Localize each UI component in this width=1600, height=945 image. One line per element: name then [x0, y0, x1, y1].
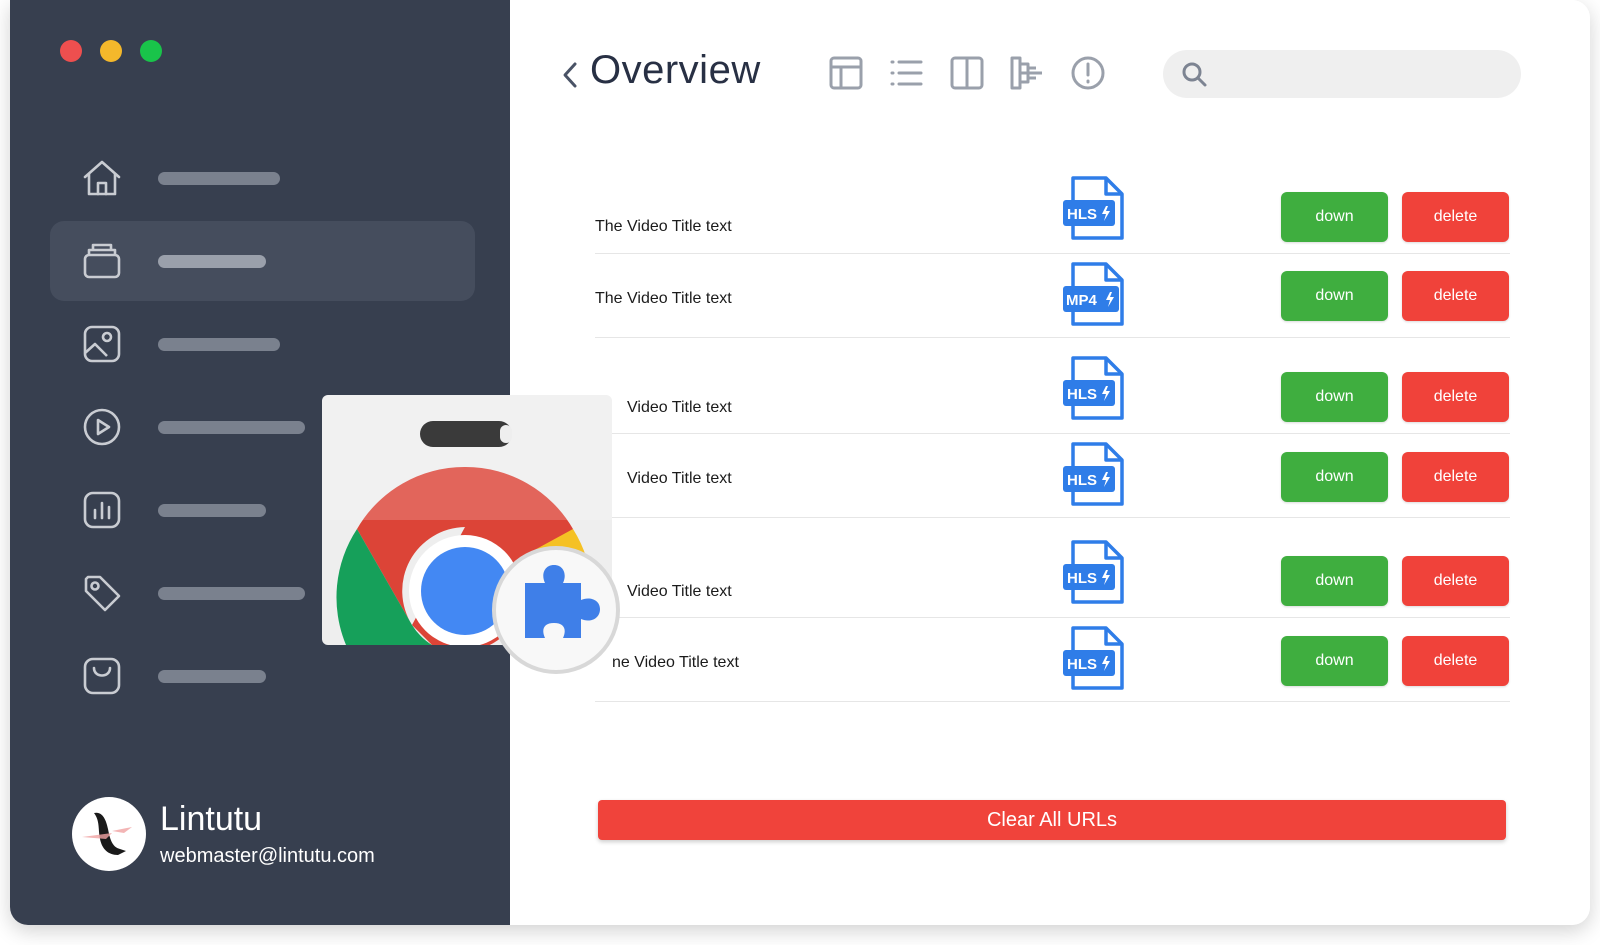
- video-title: The Video Title text: [595, 290, 732, 307]
- row-divider: [595, 701, 1510, 702]
- tree-icon[interactable]: [1007, 53, 1047, 93]
- columns-icon[interactable]: [947, 53, 987, 93]
- file-format-label: HLS: [1067, 570, 1097, 587]
- video-title: The Video Title text: [595, 218, 732, 235]
- minimize-window-button[interactable]: [100, 40, 122, 62]
- back-chevron-icon[interactable]: [558, 60, 582, 90]
- avatar[interactable]: [72, 797, 146, 871]
- row-divider: [595, 617, 1510, 618]
- video-title: Video Title text: [627, 583, 732, 600]
- file-format-label: HLS: [1067, 472, 1097, 489]
- video-title: Video Title text: [627, 399, 732, 416]
- tag-icon: [80, 571, 124, 615]
- sidebar-item-images[interactable]: [50, 304, 475, 384]
- file-format-label: HLS: [1067, 206, 1097, 223]
- file-format-label: MP4: [1066, 292, 1098, 309]
- search-input[interactable]: [1163, 50, 1521, 98]
- delete-button[interactable]: delete: [1402, 372, 1509, 422]
- delete-button[interactable]: delete: [1402, 452, 1509, 502]
- delete-button[interactable]: delete: [1402, 271, 1509, 321]
- list-icon[interactable]: [886, 53, 926, 93]
- sidebar-item-label: [158, 670, 266, 683]
- sidebar-item-home[interactable]: [50, 138, 475, 218]
- sidebar-item-label: [158, 421, 305, 434]
- down-button[interactable]: down: [1281, 192, 1388, 242]
- sidebar-item-label: [158, 504, 266, 517]
- clear-all-urls-button[interactable]: Clear All URLs: [598, 800, 1506, 840]
- hls-file-icon: HLS: [1062, 540, 1128, 606]
- alert-icon[interactable]: [1068, 53, 1108, 93]
- sidebar-item-label: [158, 255, 266, 268]
- down-button[interactable]: down: [1281, 452, 1388, 502]
- hls-file-icon: HLS: [1062, 626, 1128, 692]
- sidebar-item-label: [158, 338, 280, 351]
- search-icon: [1180, 60, 1208, 88]
- row-divider: [595, 517, 1510, 518]
- play-icon: [80, 405, 124, 449]
- mp4-file-icon: MP4: [1062, 262, 1128, 328]
- chrome-extension-logo-icon: [322, 395, 622, 685]
- bag-icon: [80, 654, 124, 698]
- row-divider: [595, 433, 1510, 434]
- file-format-label: HLS: [1067, 656, 1097, 673]
- archive-icon: [80, 239, 124, 283]
- image-icon: [80, 322, 124, 366]
- sidebar-item-archive[interactable]: [50, 221, 475, 301]
- profile-email: webmaster@lintutu.com: [160, 845, 375, 867]
- main-panel: Overview The Video Title text HLS down d…: [510, 0, 1590, 925]
- close-window-button[interactable]: [60, 40, 82, 62]
- stats-icon: [80, 488, 124, 532]
- row-divider: [595, 253, 1510, 254]
- down-button[interactable]: down: [1281, 636, 1388, 686]
- delete-button[interactable]: delete: [1402, 556, 1509, 606]
- app-window: Lintutu webmaster@lintutu.com Overview T…: [10, 0, 1590, 925]
- hls-file-icon: HLS: [1062, 442, 1128, 508]
- hls-file-icon: HLS: [1062, 176, 1128, 242]
- maximize-window-button[interactable]: [140, 40, 162, 62]
- hls-file-icon: HLS: [1062, 356, 1128, 422]
- video-title: Video Title text: [627, 470, 732, 487]
- delete-button[interactable]: delete: [1402, 192, 1509, 242]
- row-divider: [595, 337, 1510, 338]
- table-icon[interactable]: [826, 53, 866, 93]
- video-title: ne Video Title text: [612, 654, 739, 671]
- delete-button[interactable]: delete: [1402, 636, 1509, 686]
- page-title: Overview: [590, 48, 761, 92]
- sidebar-item-label: [158, 587, 305, 600]
- down-button[interactable]: down: [1281, 556, 1388, 606]
- sidebar-item-label: [158, 172, 280, 185]
- down-button[interactable]: down: [1281, 271, 1388, 321]
- home-icon: [80, 156, 124, 200]
- file-format-label: HLS: [1067, 386, 1097, 403]
- down-button[interactable]: down: [1281, 372, 1388, 422]
- profile-name: Lintutu: [160, 800, 263, 838]
